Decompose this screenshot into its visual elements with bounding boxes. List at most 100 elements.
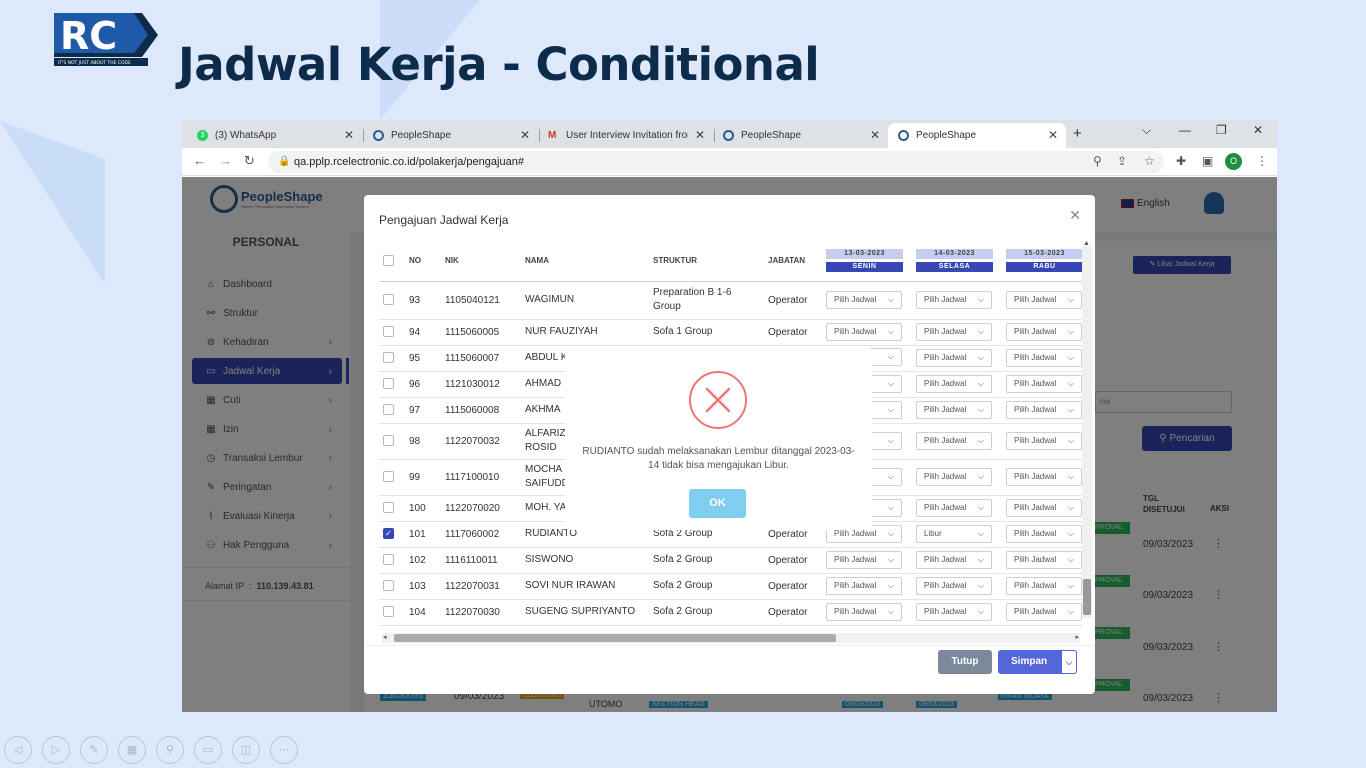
schedule-select[interactable]: Pilih Jadwal ⌵ xyxy=(1006,577,1082,595)
close-icon[interactable]: ✕ xyxy=(870,128,880,142)
tab-peopleshape-2[interactable]: PeopleShape ✕ xyxy=(714,123,888,148)
tab-peopleshape-1[interactable]: PeopleShape ✕ xyxy=(363,123,538,148)
close-icon[interactable]: ✕ xyxy=(520,128,530,142)
share-icon[interactable]: ⇪ xyxy=(1117,154,1127,168)
scroll-up-icon[interactable]: ▲ xyxy=(1083,240,1090,247)
row-checkbox[interactable] xyxy=(383,352,394,364)
schedule-select[interactable]: Pilih Jadwal ⌵ xyxy=(916,323,992,341)
more-options-icon[interactable]: ⋯ xyxy=(270,736,298,764)
vertical-scrollbar[interactable]: ▲ xyxy=(1082,240,1092,618)
schedule-select[interactable]: Pilih Jadwal ⌵ xyxy=(1006,401,1082,419)
next-slide-icon[interactable]: ▷ xyxy=(42,736,70,764)
scroll-right-icon[interactable]: ▸ xyxy=(1075,633,1079,641)
chevron-down-icon[interactable]: ⌵ xyxy=(1061,650,1077,674)
extensions-icon[interactable]: ✚ xyxy=(1176,154,1186,168)
scroll-thumb[interactable] xyxy=(1083,579,1091,615)
back-icon[interactable]: ← xyxy=(193,153,206,168)
schedule-select[interactable]: Pilih Jadwal ⌵ xyxy=(1006,468,1082,486)
schedule-select[interactable]: Pilih Jadwal ⌵ xyxy=(916,468,992,486)
schedule-select[interactable]: Pilih Jadwal ⌵ xyxy=(826,323,902,341)
horizontal-scrollbar[interactable]: ◂ ▸ xyxy=(382,633,1080,643)
url-input[interactable]: 🔒 qa.pplp.rcelectronic.co.id/polakerja/p… xyxy=(268,151,1164,173)
row-checkbox[interactable] xyxy=(383,326,394,338)
row-checkbox[interactable] xyxy=(383,502,394,514)
schedule-select[interactable]: Pilih Jadwal ⌵ xyxy=(1006,551,1082,569)
minimize-icon[interactable]: — xyxy=(1179,123,1191,137)
schedule-select[interactable]: Pilih Jadwal ⌵ xyxy=(1006,525,1082,543)
sidepanel-icon[interactable]: ▣ xyxy=(1202,154,1213,168)
tab-whatsapp[interactable]: 3 (3) WhatsApp ✕ xyxy=(182,123,362,148)
row-checkbox[interactable]: ✓ xyxy=(383,528,394,540)
row-checkbox[interactable] xyxy=(383,378,394,390)
row-checkbox[interactable] xyxy=(383,435,394,447)
previous-slide-icon[interactable]: ◁ xyxy=(4,736,32,764)
schedule-select[interactable]: Pilih Jadwal ⌵ xyxy=(826,577,902,595)
reload-icon[interactable]: ↻ xyxy=(244,153,255,169)
chevron-down-icon: ⌵ xyxy=(977,503,984,512)
address-bar: ← → ↻ 🔒 qa.pplp.rcelectronic.co.id/polak… xyxy=(182,148,1277,176)
simpan-button[interactable]: Simpan ⌵ xyxy=(998,650,1077,674)
camera-off-icon[interactable]: ◫ xyxy=(232,736,260,764)
schedule-select[interactable]: Pilih Jadwal ⌵ xyxy=(916,349,992,367)
schedule-select[interactable]: Pilih Jadwal ⌵ xyxy=(916,401,992,419)
close-icon[interactable]: ✕ xyxy=(344,128,354,142)
close-window-icon[interactable]: ✕ xyxy=(1253,123,1263,137)
logo-text: RC xyxy=(60,14,117,58)
row-checkbox[interactable] xyxy=(383,554,394,566)
chevron-down-icon: ⌵ xyxy=(887,351,894,361)
ok-button[interactable]: OK xyxy=(689,489,746,518)
see-all-slides-icon[interactable]: ▦ xyxy=(118,736,146,764)
zoom-icon[interactable]: ⚲ xyxy=(156,736,184,764)
scroll-thumb[interactable] xyxy=(394,634,836,642)
schedule-select[interactable]: Pilih Jadwal ⌵ xyxy=(826,291,902,309)
row-no: 103 xyxy=(409,580,426,592)
profile-avatar[interactable]: O xyxy=(1225,153,1242,170)
schedule-select[interactable]: Pilih Jadwal ⌵ xyxy=(916,375,992,393)
schedule-select[interactable]: Pilih Jadwal ⌵ xyxy=(916,499,992,517)
schedule-select[interactable]: Pilih Jadwal ⌵ xyxy=(916,551,992,569)
close-icon[interactable]: ✕ xyxy=(1048,128,1058,142)
tab-peopleshape-active[interactable]: PeopleShape ✕ xyxy=(888,123,1066,148)
chevron-down-icon: ⌵ xyxy=(1067,405,1074,414)
scroll-left-icon[interactable]: ◂ xyxy=(383,633,387,641)
tab-search-icon[interactable]: ⌵ xyxy=(1142,123,1151,138)
schedule-select[interactable]: Pilih Jadwal ⌵ xyxy=(916,432,992,450)
select-all-checkbox[interactable] xyxy=(383,255,394,267)
new-tab-icon[interactable]: + xyxy=(1073,125,1082,142)
schedule-select[interactable]: Pilih Jadwal ⌵ xyxy=(916,577,992,595)
tutup-button[interactable]: Tutup xyxy=(938,650,992,674)
modal-backdrop[interactable]: Pengajuan Jadwal Kerja ✕ NO NIK NAMA STR… xyxy=(182,177,1277,712)
row-checkbox[interactable] xyxy=(383,471,394,483)
bookmark-star-icon[interactable]: ☆ xyxy=(1144,154,1155,168)
close-icon[interactable]: ✕ xyxy=(1069,207,1081,224)
forward-icon[interactable]: → xyxy=(219,153,232,168)
schedule-select[interactable]: Pilih Jadwal ⌵ xyxy=(826,551,902,569)
schedule-select[interactable]: Pilih Jadwal ⌵ xyxy=(1006,432,1082,450)
row-checkbox[interactable] xyxy=(383,580,394,592)
menu-icon[interactable]: ⋮ xyxy=(1256,154,1268,168)
row-no: 96 xyxy=(409,378,421,390)
close-icon[interactable]: ✕ xyxy=(695,128,705,142)
zoom-icon[interactable]: ⚲ xyxy=(1093,154,1102,168)
tab-gmail[interactable]: M User Interview Invitation from ✕ xyxy=(539,123,713,148)
schedule-select[interactable]: Pilih Jadwal ⌵ xyxy=(1006,603,1082,621)
day-header: 14-03-2023 SELASA xyxy=(916,249,993,273)
schedule-select[interactable]: Pilih Jadwal ⌵ xyxy=(1006,499,1082,517)
schedule-select[interactable]: Pilih Jadwal ⌵ xyxy=(916,603,992,621)
row-nama: NUR FAUZIYAH xyxy=(525,326,598,337)
schedule-select[interactable]: Pilih Jadwal ⌵ xyxy=(916,291,992,309)
subtitles-icon[interactable]: ▭ xyxy=(194,736,222,764)
row-checkbox[interactable] xyxy=(383,606,394,618)
schedule-select[interactable]: Libur ⌵ xyxy=(916,525,992,543)
restore-icon[interactable]: ❐ xyxy=(1216,123,1227,137)
row-checkbox[interactable] xyxy=(383,294,394,306)
schedule-select[interactable]: Pilih Jadwal ⌵ xyxy=(1006,375,1082,393)
schedule-select[interactable]: Pilih Jadwal ⌵ xyxy=(826,603,902,621)
schedule-select[interactable]: Pilih Jadwal ⌵ xyxy=(1006,349,1082,367)
pen-icon[interactable]: ✎ xyxy=(80,736,108,764)
schedule-select[interactable]: Pilih Jadwal ⌵ xyxy=(1006,291,1082,309)
peopleshape-icon xyxy=(723,130,734,141)
table-row: 102 1116110011 SISWONO Sofa 2 Group Operator… xyxy=(379,547,1083,574)
row-checkbox[interactable] xyxy=(383,404,394,416)
schedule-select[interactable]: Pilih Jadwal ⌵ xyxy=(1006,323,1082,341)
